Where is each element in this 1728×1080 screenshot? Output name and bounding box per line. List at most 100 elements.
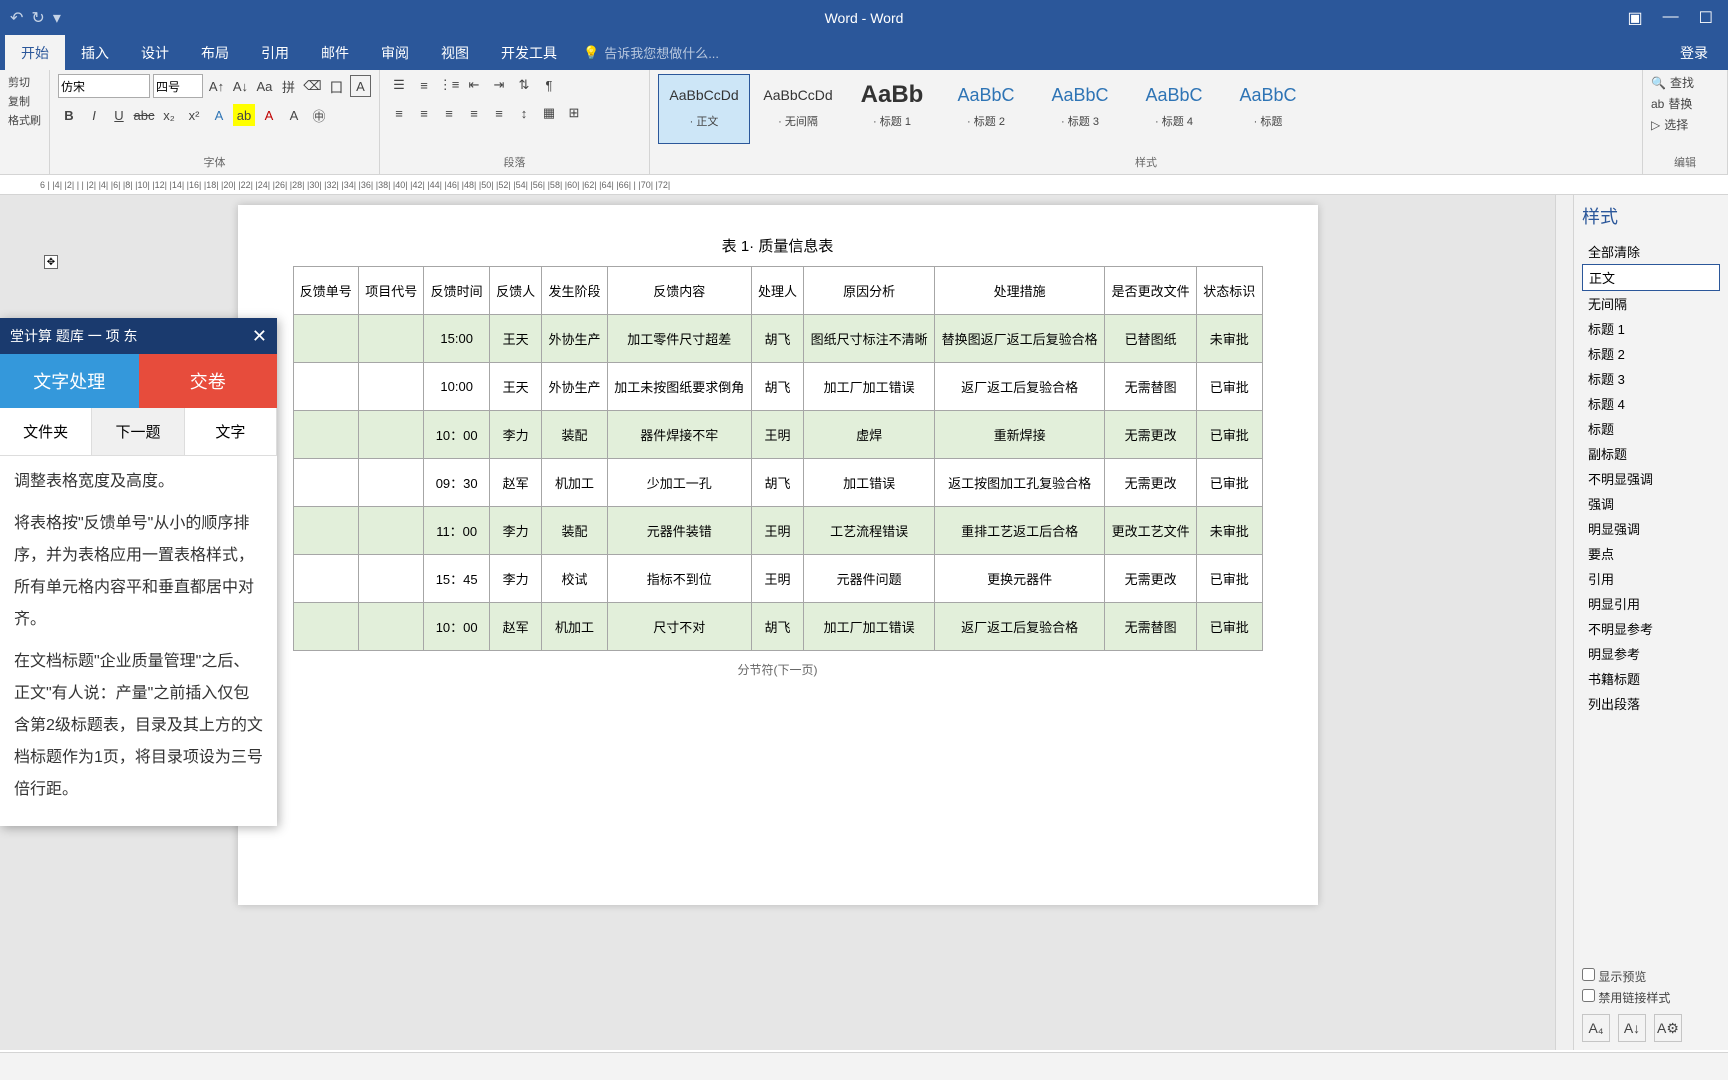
- style-pane-item[interactable]: 无间隔: [1582, 291, 1720, 316]
- text-button[interactable]: 文字: [185, 408, 277, 455]
- style-pane-item[interactable]: 强调: [1582, 491, 1720, 516]
- distribute-icon[interactable]: ≡: [488, 102, 510, 124]
- table-cell[interactable]: 元器件装错: [607, 507, 751, 555]
- table-cell[interactable]: 加工未按图纸要求倒角: [607, 363, 751, 411]
- overlay-titlebar[interactable]: 堂计算 题库 一 项 东 ✕: [0, 318, 277, 354]
- table-row[interactable]: 15:00王天外协生产加工零件尺寸超差胡飞图纸尺寸标注不清晰替换图返厂返工后复验…: [293, 315, 1262, 363]
- text-effects-icon[interactable]: A: [208, 104, 230, 126]
- strike-icon[interactable]: abc: [133, 104, 155, 126]
- table-cell[interactable]: [358, 411, 423, 459]
- table-cell[interactable]: 加工零件尺寸超差: [607, 315, 751, 363]
- table-cell[interactable]: 返工按图加工孔复验合格: [935, 459, 1105, 507]
- table-cell[interactable]: 无需更改: [1105, 411, 1197, 459]
- table-cell[interactable]: 机加工: [542, 459, 607, 507]
- table-header[interactable]: 处理措施: [935, 267, 1105, 315]
- table-header[interactable]: 原因分析: [804, 267, 935, 315]
- table-cell[interactable]: 赵军: [489, 603, 541, 651]
- table-cell[interactable]: 未审批: [1196, 315, 1262, 363]
- sort-icon[interactable]: ⇅: [513, 74, 535, 96]
- show-preview-checkbox[interactable]: 显示预览: [1582, 968, 1720, 985]
- style-pane-item[interactable]: 引用: [1582, 566, 1720, 591]
- table-cell[interactable]: 未审批: [1196, 507, 1262, 555]
- table-cell[interactable]: 重排工艺返工后合格: [935, 507, 1105, 555]
- table-cell[interactable]: 王明: [751, 555, 803, 603]
- table-cell[interactable]: 更改工艺文件: [1105, 507, 1197, 555]
- table-cell[interactable]: [358, 555, 423, 603]
- table-cell[interactable]: 已审批: [1196, 459, 1262, 507]
- table-row[interactable]: 10：00赵军机加工尺寸不对胡飞加工厂加工错误返厂返工后复验合格无需替图已审批: [293, 603, 1262, 651]
- style-pane-item[interactable]: 标题: [1582, 416, 1720, 441]
- undo-icon[interactable]: ↶: [10, 8, 23, 28]
- table-cell[interactable]: 重新焊接: [935, 411, 1105, 459]
- borders-icon[interactable]: ⊞: [563, 102, 585, 124]
- table-cell[interactable]: 15:00: [424, 315, 489, 363]
- bold-icon[interactable]: B: [58, 104, 80, 126]
- highlight-icon[interactable]: ab: [233, 104, 255, 126]
- table-cell[interactable]: 李力: [489, 507, 541, 555]
- style-标题[interactable]: AaBbC· 标题: [1222, 74, 1314, 144]
- table-cell[interactable]: [293, 363, 358, 411]
- cut-button[interactable]: 剪切: [8, 74, 41, 90]
- subscript-icon[interactable]: x₂: [158, 104, 180, 126]
- style-pane-item[interactable]: 标题 1: [1582, 316, 1720, 341]
- bullets-icon[interactable]: ☰: [388, 74, 410, 96]
- table-cell[interactable]: 11：00: [424, 507, 489, 555]
- align-right-icon[interactable]: ≡: [438, 102, 460, 124]
- style-pane-item[interactable]: 全部清除: [1582, 239, 1720, 264]
- tab-视图[interactable]: 视图: [425, 35, 485, 71]
- close-icon[interactable]: ✕: [252, 326, 267, 347]
- ribbon-collapse-icon[interactable]: ▣: [1628, 8, 1643, 28]
- ruler[interactable]: 6 | |4| |2| | | |2| |4| |6| |8| |10| |12…: [0, 175, 1728, 195]
- style-pane-item[interactable]: 标题 3: [1582, 366, 1720, 391]
- tab-submit[interactable]: 交卷: [139, 354, 278, 408]
- tell-me-input[interactable]: 💡 告诉我您想做什么...: [583, 43, 719, 62]
- table-row[interactable]: 15：45李力校试指标不到位王明元器件问题更换元器件无需更改已审批: [293, 555, 1262, 603]
- style-pane-item[interactable]: 要点: [1582, 541, 1720, 566]
- tab-开发工具[interactable]: 开发工具: [485, 35, 573, 71]
- table-cell[interactable]: 胡飞: [751, 315, 803, 363]
- table-cell[interactable]: 图纸尺寸标注不清晰: [804, 315, 935, 363]
- table-header[interactable]: 发生阶段: [542, 267, 607, 315]
- clear-format-icon[interactable]: ⌫: [302, 75, 323, 97]
- table-cell[interactable]: [358, 603, 423, 651]
- style-pane-item[interactable]: 不明显强调: [1582, 466, 1720, 491]
- style-pane-item[interactable]: 列出段落: [1582, 691, 1720, 716]
- table-cell[interactable]: 返厂返工后复验合格: [935, 363, 1105, 411]
- table-cell[interactable]: [293, 507, 358, 555]
- maximize-icon[interactable]: ☐: [1699, 8, 1713, 28]
- style-inspector-icon[interactable]: A↓: [1618, 1014, 1646, 1042]
- table-move-handle[interactable]: ✥: [44, 255, 58, 269]
- table-cell[interactable]: 加工厂加工错误: [804, 363, 935, 411]
- login-button[interactable]: 登录: [1680, 43, 1728, 63]
- tab-设计[interactable]: 设计: [125, 35, 185, 71]
- table-cell[interactable]: [293, 459, 358, 507]
- table-cell[interactable]: 无需更改: [1105, 459, 1197, 507]
- tab-布局[interactable]: 布局: [185, 35, 245, 71]
- font-size-select[interactable]: [153, 74, 203, 98]
- table-header[interactable]: 反馈内容: [607, 267, 751, 315]
- select-button[interactable]: ▷选择: [1651, 116, 1719, 133]
- find-button[interactable]: 🔍查找: [1651, 74, 1719, 91]
- style-pane-item[interactable]: 明显参考: [1582, 641, 1720, 666]
- table-cell[interactable]: 王明: [751, 411, 803, 459]
- table-cell[interactable]: [293, 603, 358, 651]
- char-shading-icon[interactable]: A: [283, 104, 305, 126]
- table-header[interactable]: 状态标识: [1196, 267, 1262, 315]
- table-cell[interactable]: [293, 411, 358, 459]
- table-cell[interactable]: 无需替图: [1105, 363, 1197, 411]
- table-cell[interactable]: 返厂返工后复验合格: [935, 603, 1105, 651]
- table-cell[interactable]: 无需更改: [1105, 555, 1197, 603]
- style-pane-item[interactable]: 标题 4: [1582, 391, 1720, 416]
- style-pane-item[interactable]: 正文: [1582, 264, 1720, 291]
- style-标题 2[interactable]: AaBbC· 标题 2: [940, 74, 1032, 144]
- format-painter-button[interactable]: 格式刷: [8, 112, 41, 128]
- numbering-icon[interactable]: ≡: [413, 74, 435, 96]
- table-cell[interactable]: 装配: [542, 411, 607, 459]
- tab-开始[interactable]: 开始: [5, 35, 65, 71]
- table-cell[interactable]: 王明: [751, 507, 803, 555]
- phonetic-icon[interactable]: 拼: [278, 75, 299, 97]
- vertical-scrollbar[interactable]: [1555, 195, 1573, 1050]
- tab-插入[interactable]: 插入: [65, 35, 125, 71]
- copy-button[interactable]: 复制: [8, 93, 41, 109]
- superscript-icon[interactable]: x²: [183, 104, 205, 126]
